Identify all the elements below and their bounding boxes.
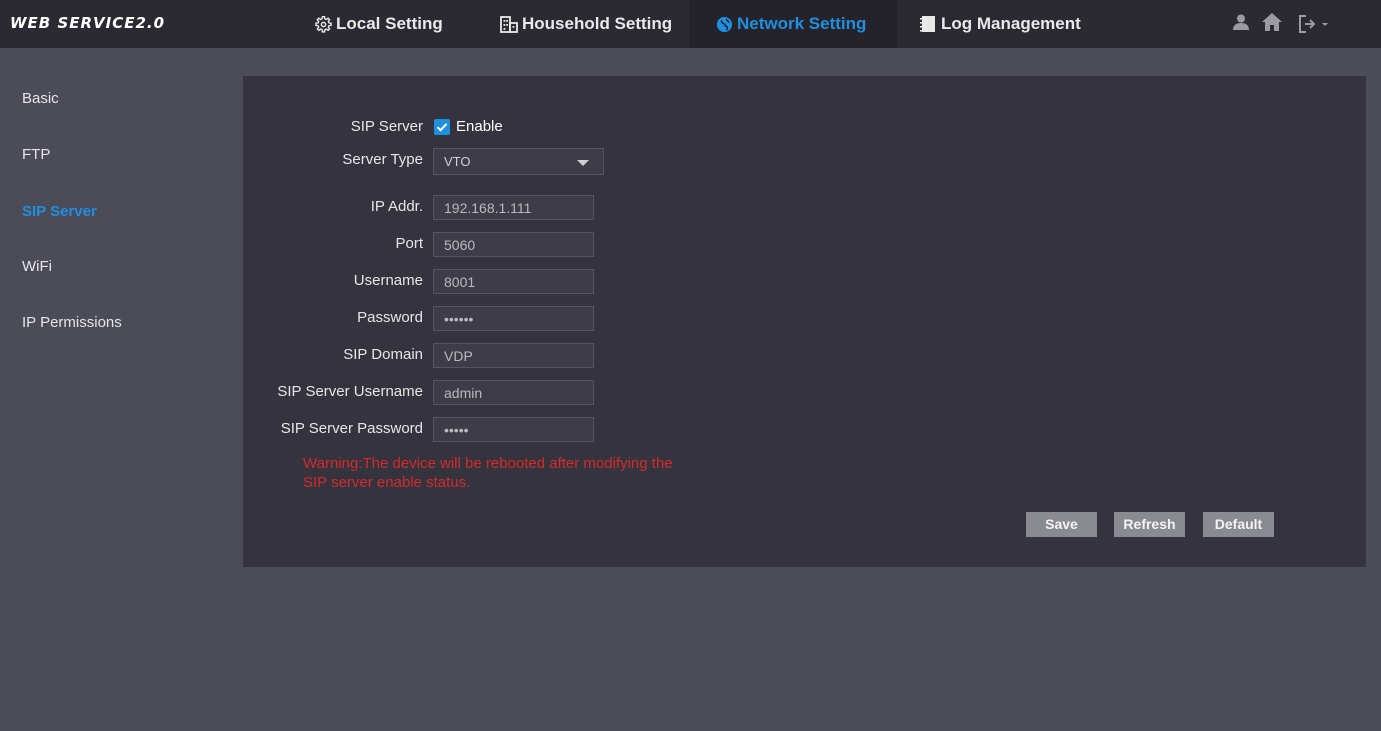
sidebar-item-sip-server[interactable]: SIP Server bbox=[22, 203, 97, 220]
app-logo: WEB SERVICE2.0 bbox=[10, 14, 166, 32]
building-icon bbox=[500, 15, 518, 33]
ip-addr-label: IP Addr. bbox=[370, 198, 423, 215]
sip-domain-label: SIP Domain bbox=[343, 346, 423, 363]
tab-network-setting[interactable]: Network Setting bbox=[689, 0, 897, 48]
server-type-value: VTO bbox=[444, 154, 471, 169]
logout-icon[interactable] bbox=[1298, 15, 1328, 33]
save-button[interactable]: Save bbox=[1026, 512, 1097, 537]
sip-server-settings-panel: SIP Server Enable Server Type VTO IP Add… bbox=[243, 76, 1366, 567]
globe-icon bbox=[716, 16, 733, 33]
sip-server-username-input[interactable] bbox=[433, 380, 594, 405]
password-input[interactable] bbox=[433, 306, 594, 331]
sip-server-label: SIP Server bbox=[350, 118, 423, 135]
user-icon[interactable] bbox=[1232, 13, 1250, 36]
tab-local-setting[interactable]: Local Setting bbox=[315, 0, 447, 48]
header-actions bbox=[1232, 12, 1328, 36]
server-type-select[interactable]: VTO bbox=[433, 148, 604, 175]
checkmark-icon bbox=[436, 123, 448, 132]
enable-label: Enable bbox=[456, 118, 503, 135]
sip-server-username-label: SIP Server Username bbox=[277, 383, 423, 400]
reboot-warning: Warning:The device will be rebooted afte… bbox=[303, 455, 673, 491]
enable-checkbox[interactable] bbox=[434, 119, 450, 135]
sip-server-password-label: SIP Server Password bbox=[280, 420, 423, 437]
tab-label: Household Setting bbox=[522, 14, 673, 33]
username-label: Username bbox=[353, 272, 423, 289]
chevron-down-icon bbox=[577, 160, 589, 166]
document-icon bbox=[920, 15, 937, 33]
top-navigation-bar: WEB SERVICE2.0 Local Setting Household S… bbox=[0, 0, 1381, 48]
sidebar-item-wifi[interactable]: WiFi bbox=[22, 258, 52, 275]
server-type-label: Server Type bbox=[342, 151, 423, 168]
tab-label: Local Setting bbox=[336, 14, 443, 33]
sidebar-item-ftp[interactable]: FTP bbox=[22, 146, 50, 163]
sip-domain-input[interactable] bbox=[433, 343, 594, 368]
refresh-button[interactable]: Refresh bbox=[1114, 512, 1185, 537]
default-button[interactable]: Default bbox=[1203, 512, 1274, 537]
gear-icon bbox=[315, 15, 332, 33]
sidebar-item-basic[interactable]: Basic bbox=[22, 90, 59, 107]
tab-log-management[interactable]: Log Management bbox=[920, 0, 1090, 48]
tab-label: Network Setting bbox=[737, 14, 867, 33]
sidebar-item-ip-permissions[interactable]: IP Permissions bbox=[22, 314, 122, 331]
ip-addr-input[interactable] bbox=[433, 195, 594, 220]
sip-server-password-input[interactable] bbox=[433, 417, 594, 442]
password-label: Password bbox=[357, 309, 423, 326]
tab-household-setting[interactable]: Household Setting bbox=[500, 0, 680, 48]
username-input[interactable] bbox=[433, 269, 594, 294]
home-icon[interactable] bbox=[1262, 12, 1282, 36]
chevron-down-icon bbox=[1322, 22, 1328, 26]
port-input[interactable] bbox=[433, 232, 594, 257]
port-label: Port bbox=[395, 235, 423, 252]
tab-label: Log Management bbox=[941, 14, 1081, 33]
